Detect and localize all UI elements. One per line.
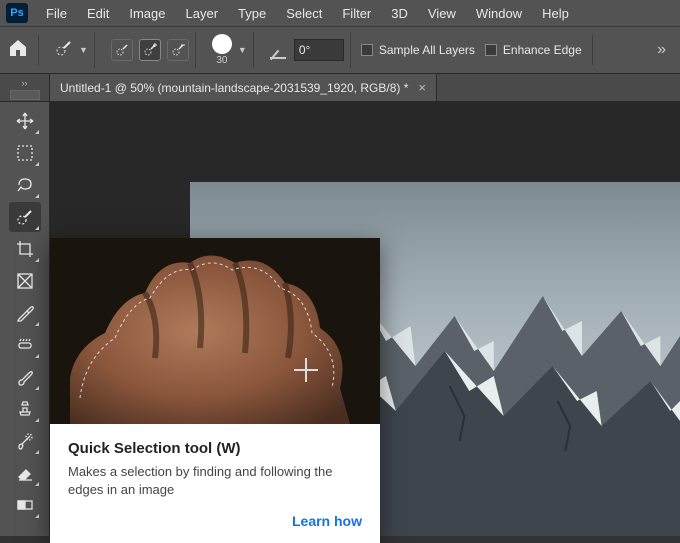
angle-icon xyxy=(270,41,288,59)
options-bar: ▼ 30 ▼ Sample All Layers Enhance Edge » xyxy=(0,26,680,74)
sample-all-layers-checkbox[interactable] xyxy=(361,44,373,56)
enhance-edge-label: Enhance Edge xyxy=(503,43,582,57)
menu-3d[interactable]: 3D xyxy=(383,3,416,24)
move-tool[interactable] xyxy=(9,106,41,136)
subtract-selection-button[interactable] xyxy=(167,39,189,61)
quick-select-tool[interactable] xyxy=(9,202,41,232)
crop-tool[interactable] xyxy=(9,234,41,264)
panel-menu-icon[interactable]: » xyxy=(651,41,672,59)
tooltip-preview-image xyxy=(50,238,380,424)
document-tab-label: Untitled-1 @ 50% (mountain-landscape-203… xyxy=(60,81,408,95)
tooltip-title: Quick Selection tool (W) xyxy=(68,440,362,457)
marquee-tool[interactable] xyxy=(9,138,41,168)
eraser-tool[interactable] xyxy=(9,458,41,488)
healing-brush-tool[interactable] xyxy=(9,330,41,360)
ps-logo-icon: Ps xyxy=(6,3,28,23)
learn-how-link[interactable]: Learn how xyxy=(292,513,362,529)
brush-picker[interactable]: 30 ▼ xyxy=(206,32,254,68)
menu-edit[interactable]: Edit xyxy=(79,3,117,24)
tool-tooltip: Quick Selection tool (W) Makes a selecti… xyxy=(50,238,380,543)
menu-file[interactable]: File xyxy=(38,3,75,24)
angle-group xyxy=(264,32,351,68)
menubar: Ps File Edit Image Layer Type Select Fil… xyxy=(0,0,680,26)
tool-preset-picker[interactable]: ▼ xyxy=(49,32,95,68)
eyedropper-tool[interactable] xyxy=(9,298,41,328)
menu-select[interactable]: Select xyxy=(278,3,330,24)
add-selection-button[interactable] xyxy=(139,39,161,61)
lasso-tool[interactable] xyxy=(9,170,41,200)
enhance-edge-checkbox[interactable] xyxy=(485,44,497,56)
menu-image[interactable]: Image xyxy=(121,3,173,24)
menu-help[interactable]: Help xyxy=(534,3,577,24)
tool-panel xyxy=(0,102,50,536)
menu-layer[interactable]: Layer xyxy=(178,3,227,24)
separator xyxy=(38,35,39,65)
chevron-down-icon: ▼ xyxy=(238,45,247,55)
tooltip-body: Quick Selection tool (W) Makes a selecti… xyxy=(50,424,380,513)
tooltip-description: Makes a selection by finding and followi… xyxy=(68,463,362,499)
chevron-down-icon: ▼ xyxy=(79,45,88,55)
menu-view[interactable]: View xyxy=(420,3,464,24)
document-tab-bar: ›› Untitled-1 @ 50% (mountain-landscape-… xyxy=(0,74,680,102)
document-tab[interactable]: Untitled-1 @ 50% (mountain-landscape-203… xyxy=(50,74,437,101)
new-selection-button[interactable] xyxy=(111,39,133,61)
separator xyxy=(592,35,593,65)
brush-tool[interactable] xyxy=(9,362,41,392)
frame-tool[interactable] xyxy=(9,266,41,296)
menu-filter[interactable]: Filter xyxy=(334,3,379,24)
clone-stamp-tool[interactable] xyxy=(9,394,41,424)
brush-preview-icon xyxy=(212,34,232,54)
crosshair-cursor-icon xyxy=(294,358,318,382)
sample-all-layers-label: Sample All Layers xyxy=(379,43,475,57)
close-icon[interactable]: × xyxy=(418,80,426,95)
brush-preset-icon xyxy=(55,39,73,62)
angle-input[interactable] xyxy=(294,39,344,61)
gradient-tool[interactable] xyxy=(9,490,41,520)
panel-dock-toggle[interactable]: ›› xyxy=(0,74,50,101)
history-brush-tool[interactable] xyxy=(9,426,41,456)
menu-type[interactable]: Type xyxy=(230,3,274,24)
brush-size-label: 30 xyxy=(216,55,227,66)
selection-mode-group xyxy=(105,32,196,68)
menu-window[interactable]: Window xyxy=(468,3,530,24)
home-icon[interactable] xyxy=(8,39,28,62)
